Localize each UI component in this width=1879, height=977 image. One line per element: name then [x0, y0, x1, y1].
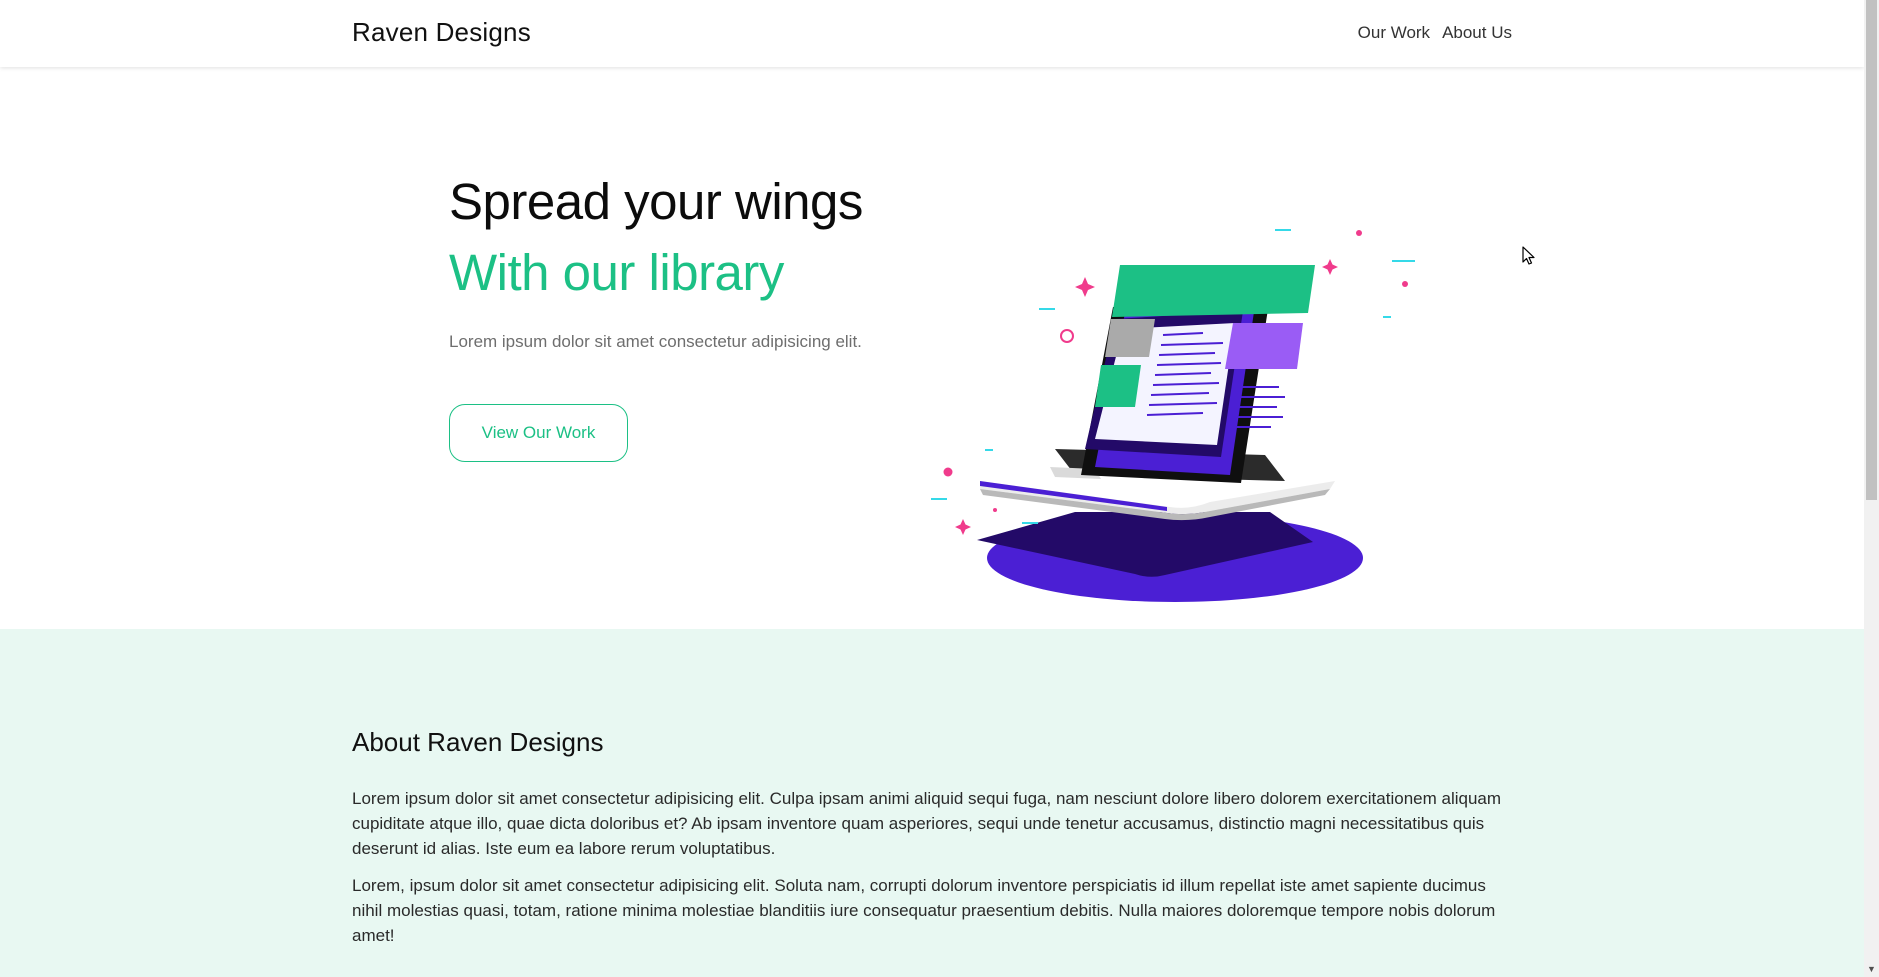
nav-link-about-us[interactable]: About Us: [1442, 23, 1512, 43]
about-paragraph: Lorem ipsum dolor sit amet consectetur a…: [352, 789, 1502, 858]
navbar: Raven Designs Our Work About Us: [0, 0, 1864, 67]
vertical-scrollbar[interactable]: ▼: [1864, 0, 1879, 977]
mouse-cursor-icon: [1522, 246, 1535, 265]
about-section: About Raven Designs Lorem ipsum dolor si…: [0, 629, 1864, 977]
laptop-illustration: [931, 229, 1415, 602]
nav-link-our-work[interactable]: Our Work: [1358, 23, 1430, 43]
view-our-work-button[interactable]: View Our Work: [449, 404, 628, 462]
hero-section: Spread your wings With our library Lorem…: [0, 67, 1864, 629]
hero-subtitle: With our library: [449, 244, 784, 301]
about-title: About Raven Designs: [352, 727, 604, 757]
hero-text: Lorem ipsum dolor sit amet consectetur a…: [449, 332, 862, 351]
page: Raven Designs Our Work About Us Spread y…: [0, 0, 1864, 977]
scroll-down-icon[interactable]: ▼: [1864, 960, 1879, 977]
scrollbar-thumb[interactable]: [1866, 0, 1877, 500]
about-paragraph: Lorem, ipsum dolor sit amet consectetur …: [352, 876, 1496, 945]
nav-links: Our Work About Us: [1358, 23, 1512, 43]
hero-title: Spread your wings: [449, 173, 863, 230]
brand-logo[interactable]: Raven Designs: [352, 17, 531, 48]
